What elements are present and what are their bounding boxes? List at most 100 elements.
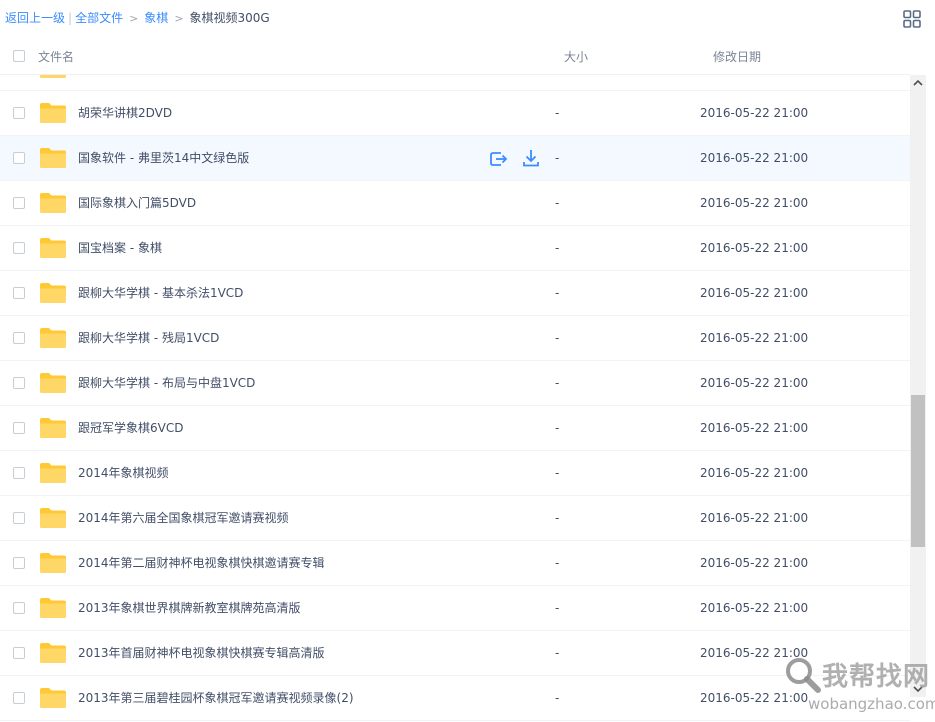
select-all-checkbox[interactable]: [13, 50, 25, 62]
folder-icon: [39, 507, 67, 529]
row-checkbox[interactable]: [13, 242, 25, 254]
breadcrumb-separator: |: [68, 11, 73, 25]
folder-icon: [39, 192, 67, 214]
file-name-link[interactable]: 跟柳大华学棋 - 布局与中盘1VCD: [78, 375, 255, 391]
folder-icon: [39, 147, 67, 169]
file-name-link[interactable]: 2013年首届财神杯电视象棋快棋赛专辑高清版: [78, 645, 325, 661]
file-size: -: [555, 691, 560, 705]
row-checkbox[interactable]: [13, 512, 25, 524]
column-header-name[interactable]: 文件名: [38, 48, 74, 65]
file-name-link[interactable]: 2013年象棋世界棋牌新教室棋牌苑高清版: [78, 600, 301, 616]
folder-icon: [39, 642, 67, 664]
table-row[interactable]: [0, 75, 910, 91]
magnifier-icon: [782, 654, 822, 694]
file-size: -: [555, 511, 560, 525]
table-row[interactable]: 跟柳大华学棋 - 布局与中盘1VCD - 2016-05-22 21:00: [0, 361, 910, 406]
all-files-link[interactable]: 全部文件: [75, 11, 123, 25]
watermark-text: 我帮找网: [822, 662, 931, 692]
share-icon[interactable]: [488, 148, 508, 168]
breadcrumb: 返回上一级 | 全部文件 > 象棋 > 象棋视频300G: [5, 10, 270, 27]
file-list-header: 文件名 大小 修改日期: [0, 36, 910, 75]
column-header-modified[interactable]: 修改日期: [713, 48, 761, 65]
row-checkbox[interactable]: [13, 107, 25, 119]
row-checkbox[interactable]: [13, 152, 25, 164]
file-name-link[interactable]: 2014年象棋视频: [78, 465, 169, 481]
file-name-link[interactable]: 跟柳大华学棋 - 基本杀法1VCD: [78, 285, 243, 301]
row-checkbox[interactable]: [13, 647, 25, 659]
download-icon[interactable]: [521, 148, 541, 168]
folder-icon: [39, 75, 67, 79]
file-size: -: [555, 466, 560, 480]
folder-icon: [39, 327, 67, 349]
row-checkbox[interactable]: [13, 602, 25, 614]
file-name-link[interactable]: 国际象棋入门篇5DVD: [78, 195, 196, 211]
file-name-link[interactable]: 跟柳大华学棋 - 残局1VCD: [78, 330, 219, 346]
table-row[interactable]: 2014年象棋视频 - 2016-05-22 21:00: [0, 451, 910, 496]
file-name-link[interactable]: 国象软件 - 弗里茨14中文绿色版: [78, 150, 249, 166]
file-list-rows: 胡荣华讲棋2DVD -2016-05-22 21:00 国象软件 - 弗里茨14中文…: [0, 75, 910, 721]
file-modified-date: 2016-05-22 21:00: [700, 106, 809, 120]
row-checkbox[interactable]: [13, 422, 25, 434]
column-header-size[interactable]: 大小: [564, 48, 588, 65]
row-actions: [488, 148, 544, 168]
row-checkbox[interactable]: [13, 467, 25, 479]
table-row[interactable]: 跟柳大华学棋 - 基本杀法1VCD - 2016-05-22 21:00: [0, 271, 910, 316]
table-row[interactable]: 国宝档案 - 象棋 - 2016-05-22 21:00: [0, 226, 910, 271]
file-modified-date: 2016-05-22 21:00: [700, 331, 809, 345]
file-size: -: [555, 286, 560, 300]
folder-icon: [39, 102, 67, 124]
grid-view-icon[interactable]: [903, 10, 921, 28]
file-name-link[interactable]: 跟冠军学象棋6VCD: [78, 420, 183, 436]
breadcrumb-arrow: >: [174, 12, 184, 25]
file-size: -: [555, 601, 560, 615]
row-checkbox[interactable]: [13, 557, 25, 569]
table-row[interactable]: 2013年第三届碧桂园杯象棋冠军邀请赛视频录像(2) -2016-05-22 21…: [0, 676, 910, 721]
file-modified-date: 2016-05-22 21:00: [700, 601, 809, 615]
row-checkbox[interactable]: [13, 332, 25, 344]
table-row[interactable]: 2013年象棋世界棋牌新教室棋牌苑高清版 - 2016-05-22 21:00: [0, 586, 910, 631]
table-row[interactable]: 跟柳大华学棋 - 残局1VCD - 2016-05-22 21:00: [0, 316, 910, 361]
folder-icon: [39, 282, 67, 304]
row-checkbox[interactable]: [13, 377, 25, 389]
folder-icon: [39, 462, 67, 484]
file-modified-date: 2016-05-22 21:00: [700, 511, 809, 525]
row-checkbox[interactable]: [13, 197, 25, 209]
file-name-link[interactable]: 2014年第二届财神杯电视象棋快棋邀请赛专辑: [78, 555, 325, 571]
file-size: -: [555, 151, 560, 165]
table-row[interactable]: 2014年第六届全国象棋冠军邀请赛视频 - 2016-05-22 21:00: [0, 496, 910, 541]
breadcrumb-item-xiangqi[interactable]: 象棋: [144, 11, 168, 25]
table-row[interactable]: 跟冠军学象棋6VCD - 2016-05-22 21:00: [0, 406, 910, 451]
file-size: -: [555, 106, 560, 120]
file-name-link[interactable]: 胡荣华讲棋2DVD: [78, 105, 172, 121]
table-row[interactable]: 国象软件 - 弗里茨14中文绿色版 - 2016-05-22 21:00: [0, 136, 910, 181]
row-checkbox[interactable]: [13, 287, 25, 299]
table-row[interactable]: 2014年第二届财神杯电视象棋快棋邀请赛专辑 - 2016-05-22 21:00: [0, 541, 910, 586]
file-name-link[interactable]: 2013年第三届碧桂园杯象棋冠军邀请赛视频录像(2): [78, 690, 354, 706]
file-modified-date: 2016-05-22 21:00: [700, 421, 809, 435]
file-name-link[interactable]: 2014年第六届全国象棋冠军邀请赛视频: [78, 510, 289, 526]
scrollbar-thumb[interactable]: [911, 395, 925, 547]
file-modified-date: 2016-05-22 21:00: [700, 376, 809, 390]
watermark-url: wobangzhao.com: [808, 695, 935, 713]
row-checkbox[interactable]: [13, 692, 25, 704]
table-row[interactable]: 2013年首届财神杯电视象棋快棋赛专辑高清版 -2016-05-22 21:00: [0, 631, 910, 676]
table-row[interactable]: 国际象棋入门篇5DVD - 2016-05-22 21:00: [0, 181, 910, 226]
folder-icon: [39, 597, 67, 619]
file-modified-date: 2016-05-22 21:00: [700, 466, 809, 480]
breadcrumb-current: 象棋视频300G: [189, 11, 270, 25]
folder-icon: [39, 552, 67, 574]
file-name-link[interactable]: 国宝档案 - 象棋: [78, 240, 162, 256]
folder-icon: [39, 237, 67, 259]
file-list: 胡荣华讲棋2DVD -2016-05-22 21:00 国象软件 - 弗里茨14中文…: [0, 75, 910, 722]
file-modified-date: 2016-05-22 21:00: [700, 151, 809, 165]
toolbar: 返回上一级 | 全部文件 > 象棋 > 象棋视频300G: [0, 0, 935, 36]
scrollbar-track[interactable]: [910, 75, 926, 697]
watermark: 我帮找网 wobangzhao.com: [778, 648, 935, 718]
chevron-up-icon[interactable]: [910, 75, 926, 91]
file-size: -: [555, 241, 560, 255]
folder-icon: [39, 417, 67, 439]
file-modified-date: 2016-05-22 21:00: [700, 241, 809, 255]
back-link[interactable]: 返回上一级: [5, 11, 65, 25]
table-row[interactable]: 胡荣华讲棋2DVD - 2016-05-22 21:00: [0, 91, 910, 136]
file-size: -: [555, 331, 560, 345]
